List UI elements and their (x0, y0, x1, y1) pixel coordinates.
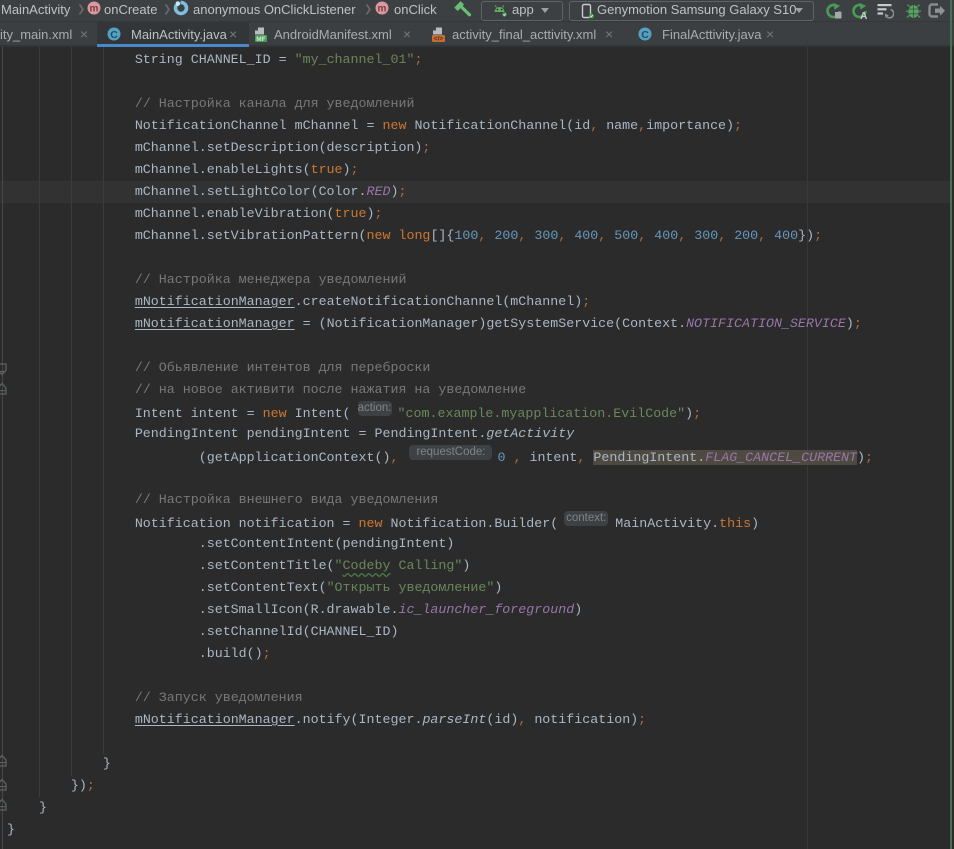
svg-text:C: C (641, 29, 649, 41)
svg-text:MF: MF (256, 36, 265, 43)
svg-text:m: m (378, 4, 387, 15)
svg-text:</>: </> (434, 36, 444, 43)
svg-text:A: A (860, 11, 867, 20)
svg-text:C: C (110, 29, 118, 41)
svg-text:m: m (90, 4, 99, 15)
